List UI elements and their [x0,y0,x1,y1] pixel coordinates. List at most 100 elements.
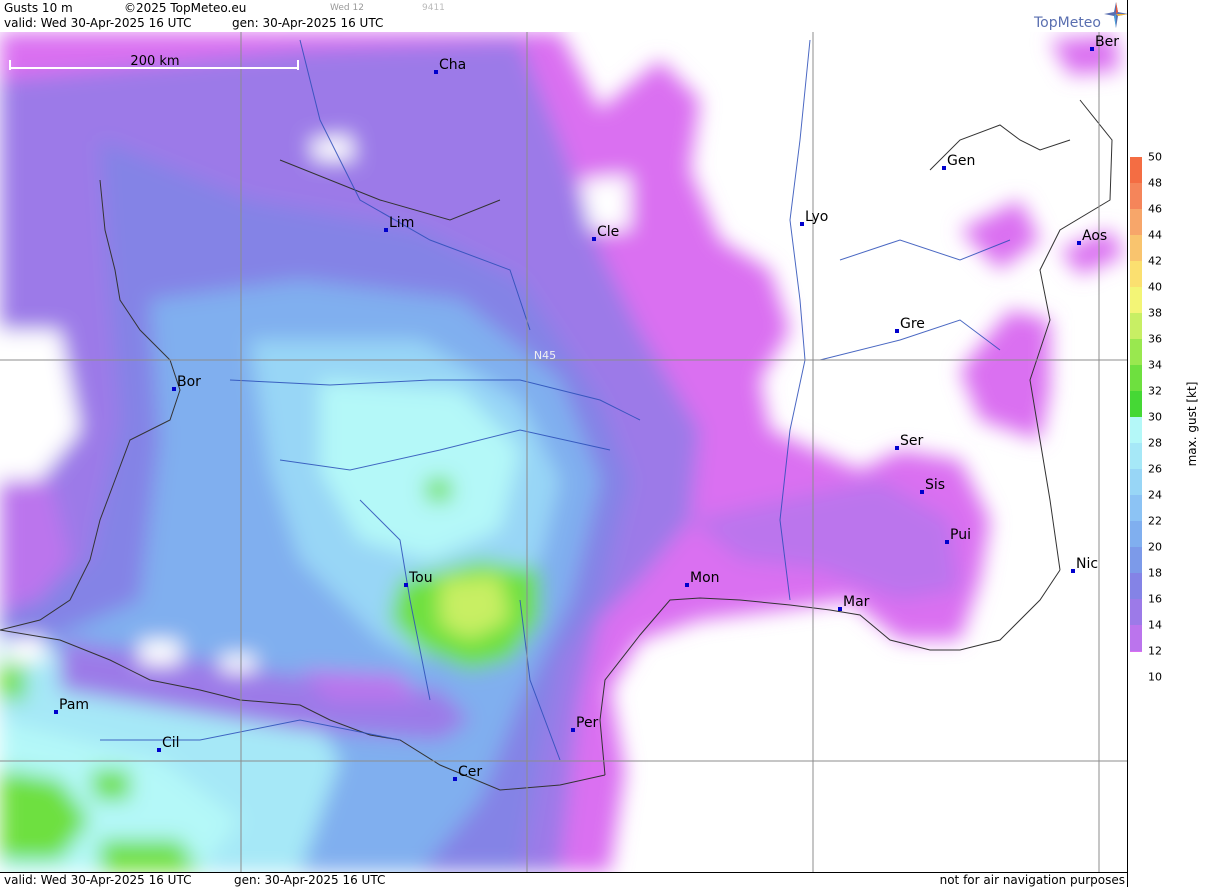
city-cle: Cle [592,224,619,241]
city-marker-icon [945,540,949,544]
generated-time: gen: 30-Apr-2025 16 UTC [232,16,384,30]
topmeteo-logo[interactable]: TopMeteo [1034,2,1128,32]
city-pam: Pam [54,697,89,714]
city-gen: Gen [942,153,975,170]
city-ser: Ser [895,433,924,450]
city-label: Aos [1082,228,1107,244]
city-label: Cil [162,735,180,751]
legend-title: max. gust [kt] [1185,381,1199,467]
city-marker-icon [157,748,161,752]
legend-tick-label: 28 [1148,436,1162,450]
city-label: Mar [843,594,870,610]
city-marker-icon [434,70,438,74]
legend-swatch [1130,521,1142,547]
gust-map[interactable]: N45 200 km Cha Ber Gen Lim Lyo Cle Aos Gre Bor Se… [0,32,1127,872]
footer-generated-time: gen: 30-Apr-2025 16 UTC [234,873,386,887]
legend-swatch [1130,443,1142,469]
city-marker-icon [920,490,924,494]
run-day: Wed 12 [330,3,364,13]
legend-tick-label: 34 [1148,358,1162,372]
legend-swatch [1130,261,1142,287]
city-label: Tou [408,570,433,586]
legend-swatch [1130,235,1142,261]
city-marker-icon [685,583,689,587]
city-mar: Mar [838,594,870,611]
city-label: Pui [950,527,971,543]
legend-tick-label: 18 [1148,566,1162,580]
legend-color-bar [1130,157,1142,652]
city-label: Ber [1095,34,1119,50]
city-label: Ser [900,433,924,449]
city-bor: Bor [172,374,201,391]
city-lyo: Lyo [800,209,828,226]
run-code: 9411 [422,3,445,13]
city-marker-icon [592,237,596,241]
city-mon: Mon [685,570,720,587]
city-ber: Ber [1090,34,1119,51]
legend-swatch [1130,313,1142,339]
legend-tick-label: 26 [1148,462,1162,476]
city-label: Lim [389,215,414,231]
legend-tick-label: 40 [1148,280,1162,294]
city-marker-icon [453,777,457,781]
city-label: Cle [597,224,619,240]
legend-tick-label: 20 [1148,540,1162,554]
legend-tick-label: 50 [1148,150,1162,164]
copyright-text: ©2025 TopMeteo.eu [124,1,247,15]
disclaimer: not for air navigation purposes [939,873,1125,887]
city-label: Pam [59,697,89,713]
city-marker-icon [571,728,575,732]
city-marker-icon [942,166,946,170]
city-label: Lyo [805,209,828,225]
city-label: Mon [690,570,720,586]
city-marker-icon [172,387,176,391]
legend-tick-label: 24 [1148,488,1162,502]
city-marker-icon [1077,241,1081,245]
city-per: Per [571,715,599,732]
city-label: Nic [1076,556,1098,572]
legend-swatch [1130,391,1142,417]
legend-swatch [1130,157,1142,183]
legend-tick-label: 32 [1148,384,1162,398]
legend-tick-label: 30 [1148,410,1162,424]
footer-valid-time: valid: Wed 30-Apr-2025 16 UTC [4,873,192,887]
legend-tick-label: 14 [1148,618,1162,632]
city-marker-icon [895,446,899,450]
city-marker-icon [838,607,842,611]
city-marker-icon [800,222,804,226]
legend-swatch [1130,183,1142,209]
legend-swatch [1130,209,1142,235]
logo-text: TopMeteo [1034,15,1101,31]
scale-label: 200 km [130,54,179,69]
city-cha: Cha [434,57,466,74]
city-marker-icon [895,329,899,333]
city-gre: Gre [895,316,925,333]
legend-tick-label: 44 [1148,228,1162,242]
legend-swatch [1130,339,1142,365]
legend-tick-label: 16 [1148,592,1162,606]
legend-swatch [1130,651,1142,652]
legend-tick-label: 12 [1148,644,1162,658]
legend-swatch [1130,599,1142,625]
legend-swatch [1130,625,1142,651]
city-cer: Cer [453,764,482,781]
city-label: Gre [900,316,925,332]
legend-swatch [1130,365,1142,391]
city-marker-icon [54,710,58,714]
city-tou: Tou [404,570,433,587]
legend-tick-label: 36 [1148,332,1162,346]
legend-tick-label: 38 [1148,306,1162,320]
valid-time: valid: Wed 30-Apr-2025 16 UTC [4,16,192,30]
city-aos: Aos [1077,228,1107,245]
city-label: Bor [177,374,201,390]
product-title: Gusts 10 m [4,1,73,15]
legend-swatch [1130,573,1142,599]
city-label: Sis [925,477,945,493]
legend-tick-label: 42 [1148,254,1162,268]
city-marker-icon [1090,47,1094,51]
latitude-label: N45 [534,349,556,362]
compass-logo-icon [1104,2,1128,28]
legend-tick-label: 48 [1148,176,1162,190]
legend-swatch [1130,495,1142,521]
city-label: Cha [439,57,466,73]
